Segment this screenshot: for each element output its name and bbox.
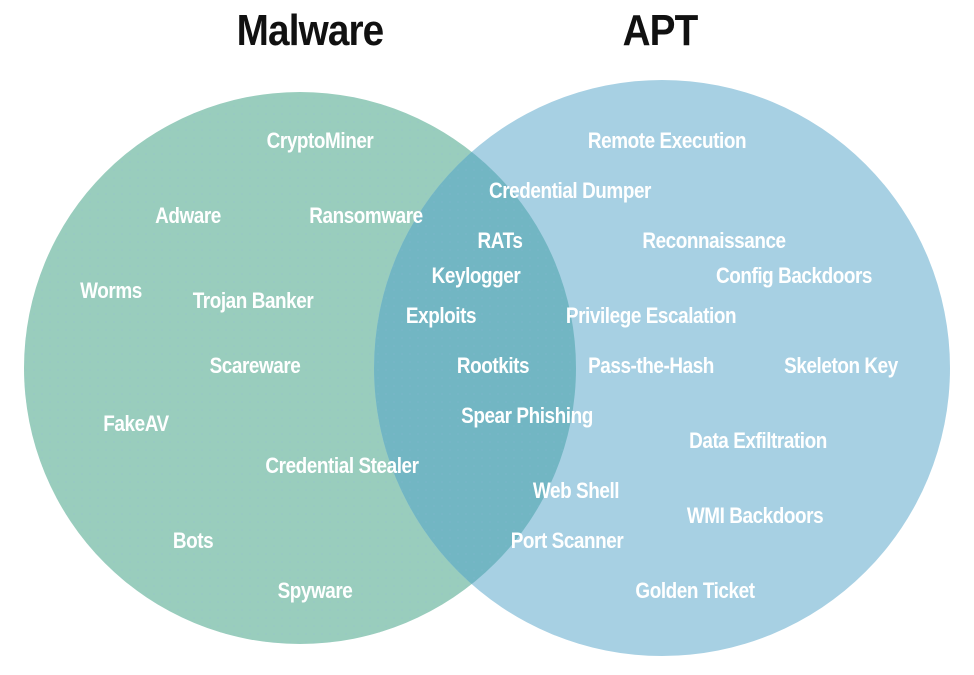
venn-diagram [24,80,950,656]
overlap-item: Web Shell [532,478,620,503]
malware-item: Scareware [209,353,301,378]
malware-item: Adware [155,203,221,228]
apt-item: Skeleton Key [784,353,898,378]
malware-item: FakeAV [103,411,169,436]
apt-item: Privilege Escalation [565,303,737,328]
overlap-item: Keylogger [431,263,521,288]
overlap-item: RATs [477,228,523,253]
malware-item: Worms [80,278,142,303]
overlap-item: Credential Dumper [489,178,651,203]
apt-item: Reconnaissance [642,228,786,253]
malware-title: Malware [236,6,385,55]
apt-item: Golden Ticket [635,578,755,603]
apt-item: Pass-the-Hash [588,353,714,378]
overlap-item: Port Scanner [510,528,624,553]
apt-item: Data Exfiltration [689,428,827,453]
malware-item: Trojan Banker [192,288,314,313]
apt-item: Remote Execution [587,128,747,153]
apt-item: Config Backdoors [715,263,873,288]
malware-item: Bots [172,528,214,553]
malware-item: CryptoMiner [266,128,374,153]
overlap-item: Rootkits [456,353,530,378]
malware-item: Ransomware [309,203,423,228]
apt-title: APT [622,6,699,55]
malware-item: Credential Stealer [265,453,419,478]
overlap-item: Spear Phishing [461,403,593,428]
malware-item: Spyware [277,578,353,603]
apt-item: WMI Backdoors [686,503,824,528]
overlap-item: Exploits [405,303,477,328]
